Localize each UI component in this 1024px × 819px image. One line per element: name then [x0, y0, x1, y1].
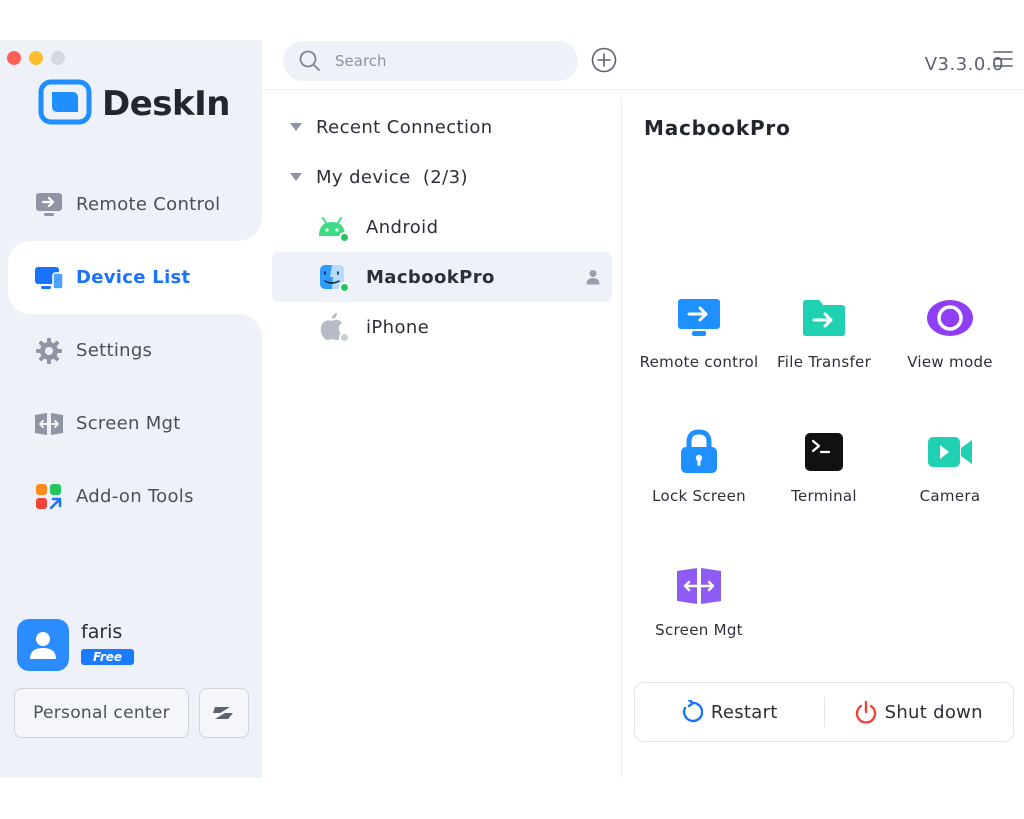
nav-label: Add-on Tools	[76, 486, 194, 507]
user-profile[interactable]: faris Free	[17, 619, 135, 671]
device-item-android[interactable]: Android	[272, 202, 612, 252]
view-mode-icon	[925, 293, 975, 343]
nav-item-device-list[interactable]: Device List	[8, 241, 262, 314]
terminal-icon	[799, 427, 849, 477]
restart-icon	[682, 700, 703, 723]
action-label: View mode	[907, 353, 993, 371]
shutdown-button[interactable]: Shut down	[825, 700, 1014, 724]
group-recent-connection[interactable]: Recent Connection	[272, 102, 612, 152]
nav-label: Settings	[76, 340, 153, 361]
screen-mgt-icon	[674, 561, 724, 611]
nav-item-addon-tools[interactable]: Add-on Tools	[8, 460, 262, 533]
finder-icon	[316, 261, 350, 293]
avatar[interactable]	[17, 619, 69, 671]
lock-icon	[674, 427, 724, 477]
shutdown-label: Shut down	[884, 701, 983, 723]
caret-down-icon	[290, 173, 302, 181]
restart-button[interactable]: Restart	[635, 700, 824, 724]
sidebar-nav: Remote Control Device List Settings Scre…	[8, 168, 262, 533]
restart-label: Restart	[710, 701, 778, 723]
group-label: Recent Connection	[316, 116, 493, 138]
deskin-logo-icon	[38, 79, 92, 125]
nav-label: Remote Control	[76, 194, 221, 215]
action-label: Screen Mgt	[655, 621, 743, 639]
addon-tools-icon	[34, 482, 64, 512]
personal-center-button[interactable]: Personal center	[14, 688, 189, 738]
header-divider	[262, 89, 1024, 90]
action-label: Remote control	[639, 353, 759, 371]
user-icon	[30, 632, 56, 659]
device-item-iphone[interactable]: iPhone	[272, 302, 612, 352]
action-file-transfer[interactable]: File Transfer	[759, 293, 889, 371]
monitor-arrow-icon	[34, 190, 64, 220]
user-name: faris	[81, 621, 123, 643]
file-transfer-icon	[799, 293, 849, 343]
action-lock-screen[interactable]: Lock Screen	[634, 427, 764, 505]
action-label: Lock Screen	[652, 487, 746, 505]
add-device-button[interactable]	[591, 47, 617, 73]
device-name: iPhone	[366, 316, 430, 338]
nav-label: Device List	[76, 267, 191, 288]
action-view-mode[interactable]: View mode	[885, 293, 1015, 371]
nav-item-settings[interactable]: Settings	[8, 314, 262, 387]
panel-divider	[621, 97, 622, 778]
nav-item-screen-mgt[interactable]: Screen Mgt	[8, 387, 262, 460]
device-list-icon	[34, 263, 64, 293]
brand-name: DeskIn	[102, 84, 231, 124]
zoom-window-button[interactable]	[51, 51, 65, 65]
action-label: Camera	[919, 487, 981, 505]
app-logo: DeskIn	[38, 79, 231, 129]
action-remote-control[interactable]: Remote control	[634, 293, 764, 371]
switch-mode-button[interactable]	[199, 688, 249, 738]
online-status-dot	[339, 282, 350, 293]
device-tree: Recent Connection My device (2/3) Androi…	[272, 102, 612, 352]
action-camera[interactable]: Camera	[885, 427, 1015, 505]
power-icon	[855, 700, 876, 724]
search-bar[interactable]	[283, 41, 578, 81]
menu-icon[interactable]	[992, 49, 1014, 69]
close-window-button[interactable]	[7, 51, 21, 65]
camera-icon	[925, 427, 975, 477]
device-detail-title: MacbookPro	[644, 116, 791, 140]
person-icon	[586, 270, 600, 285]
gear-icon	[34, 336, 64, 366]
caret-down-icon	[290, 123, 302, 131]
device-name: Android	[366, 216, 439, 238]
search-icon	[299, 50, 320, 71]
search-input[interactable]	[335, 52, 535, 70]
group-label: My device (2/3)	[316, 166, 468, 188]
action-terminal[interactable]: Terminal	[759, 427, 889, 505]
remote-control-icon	[674, 293, 724, 343]
minimize-window-button[interactable]	[29, 51, 43, 65]
action-label: Terminal	[791, 487, 857, 505]
power-actions: Restart Shut down	[634, 682, 1014, 742]
window-controls	[7, 51, 65, 65]
nav-item-remote-control[interactable]: Remote Control	[8, 168, 262, 241]
screen-mgt-icon	[34, 409, 64, 439]
device-name: MacbookPro	[366, 266, 495, 288]
online-status-dot	[339, 232, 350, 243]
apple-icon	[316, 311, 350, 343]
offline-status-dot	[339, 332, 350, 343]
action-label: File Transfer	[776, 353, 872, 371]
nav-label: Screen Mgt	[76, 413, 181, 434]
action-screen-mgt[interactable]: Screen Mgt	[634, 561, 764, 639]
plan-badge: Free	[81, 649, 135, 665]
group-my-device[interactable]: My device (2/3)	[272, 152, 612, 202]
device-item-macbookpro[interactable]: MacbookPro	[272, 252, 612, 302]
android-icon	[316, 211, 350, 243]
switch-icon	[213, 707, 233, 719]
